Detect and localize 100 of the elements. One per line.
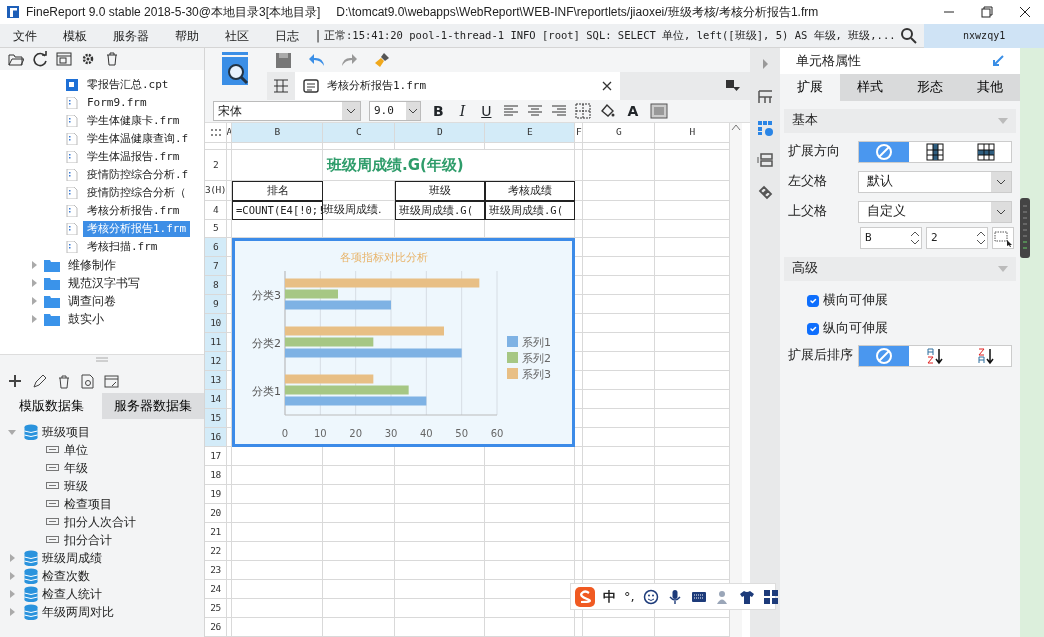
- empty-cell[interactable]: [583, 150, 655, 181]
- empty-cell[interactable]: [485, 485, 575, 504]
- bold-button[interactable]: B: [429, 100, 448, 122]
- row-header[interactable]: [205, 143, 227, 150]
- empty-cell[interactable]: [583, 561, 655, 580]
- tree-item[interactable]: 疫情防控综合分析（: [83, 184, 190, 202]
- ime-floating-menu[interactable]: 中 °,: [570, 583, 776, 610]
- empty-cell[interactable]: [395, 143, 485, 150]
- empty-cell[interactable]: [575, 485, 583, 504]
- dataset-item[interactable]: 班级周成绩: [42, 548, 102, 567]
- row-header[interactable]: 16: [205, 428, 227, 447]
- empty-cell[interactable]: [232, 599, 323, 618]
- menu-item[interactable]: 日志: [262, 26, 312, 45]
- row-header[interactable]: 25: [205, 599, 227, 618]
- dataset-item[interactable]: 年级两周对比: [42, 602, 114, 621]
- scroll-handle-icon[interactable]: [1020, 198, 1030, 258]
- empty-cell[interactable]: [227, 523, 232, 542]
- empty-cell[interactable]: [583, 143, 655, 150]
- empty-cell[interactable]: [323, 504, 395, 523]
- empty-cell[interactable]: [575, 542, 583, 561]
- dataset-field[interactable]: 单位: [64, 440, 88, 459]
- empty-cell[interactable]: [395, 504, 485, 523]
- empty-cell[interactable]: [583, 447, 655, 466]
- tree-item[interactable]: 调查问卷: [64, 292, 120, 310]
- cell-picker-icon[interactable]: [992, 226, 1014, 249]
- empty-cell[interactable]: [227, 618, 232, 637]
- font-select[interactable]: 宋体: [213, 101, 361, 121]
- font-color-button[interactable]: A: [623, 100, 643, 122]
- empty-cell[interactable]: [575, 201, 583, 220]
- row-header[interactable]: 5: [205, 220, 227, 238]
- dropdown-caret-icon[interactable]: [342, 102, 360, 120]
- empty-cell[interactable]: [232, 561, 323, 580]
- tree-item[interactable]: 学生体健康卡.frm: [83, 112, 184, 130]
- empty-cell[interactable]: [575, 561, 583, 580]
- menu-item[interactable]: 模板: [50, 26, 100, 45]
- spinner-field[interactable]: B: [860, 226, 922, 249]
- table-cell[interactable]: 班级: [395, 181, 485, 201]
- empty-cell[interactable]: [323, 580, 395, 599]
- empty-cell[interactable]: [485, 542, 575, 561]
- empty-cell[interactable]: [227, 447, 232, 466]
- empty-cell[interactable]: [575, 150, 583, 181]
- caret-right-icon[interactable]: [8, 553, 16, 562]
- empty-cell[interactable]: [232, 580, 323, 599]
- empty-cell[interactable]: [583, 257, 655, 276]
- row-header[interactable]: 17: [205, 447, 227, 466]
- ime-logo-icon[interactable]: [575, 586, 595, 607]
- row-header[interactable]: 18: [205, 466, 227, 485]
- empty-cell[interactable]: [583, 333, 655, 352]
- panel-menu-icon[interactable]: [726, 80, 740, 92]
- select-field[interactable]: 自定义: [857, 200, 1012, 223]
- empty-cell[interactable]: [583, 618, 655, 637]
- empty-cell[interactable]: [227, 466, 232, 485]
- empty-cell[interactable]: [395, 580, 485, 599]
- empty-cell[interactable]: [575, 523, 583, 542]
- row-header[interactable]: 23: [205, 561, 227, 580]
- caret-right-icon[interactable]: [30, 261, 38, 269]
- row-header[interactable]: 20: [205, 504, 227, 523]
- menu-item[interactable]: 帮助: [162, 26, 212, 45]
- ime-punctuation[interactable]: °,: [624, 586, 635, 607]
- align-left-icon[interactable]: [503, 103, 520, 119]
- empty-cell[interactable]: [395, 542, 485, 561]
- dropdown-caret-icon[interactable]: [406, 102, 420, 120]
- empty-cell[interactable]: [395, 485, 485, 504]
- dataset-item[interactable]: 检查人统计: [42, 584, 102, 603]
- row-header[interactable]: 8: [205, 276, 227, 295]
- italic-button[interactable]: I: [455, 100, 470, 122]
- save-icon[interactable]: [275, 51, 292, 69]
- row-header[interactable]: 10: [205, 314, 227, 333]
- tree-item[interactable]: 规范汉字书写: [64, 274, 144, 292]
- empty-cell[interactable]: [227, 485, 232, 504]
- empty-cell[interactable]: [583, 371, 655, 390]
- table-cell[interactable]: =COUNT(E4[!0;!: [232, 201, 323, 220]
- tree-item[interactable]: 学生体温健康查询.f: [83, 130, 193, 148]
- empty-cell[interactable]: [583, 352, 655, 371]
- row-header[interactable]: 13: [205, 371, 227, 390]
- tree-item[interactable]: 零报告汇总.cpt: [83, 76, 173, 94]
- column-header[interactable]: E: [485, 123, 575, 143]
- smiley-icon[interactable]: [642, 588, 659, 605]
- empty-cell[interactable]: [485, 504, 575, 523]
- row-header[interactable]: 11: [205, 333, 227, 352]
- caret-right-icon[interactable]: [8, 607, 16, 616]
- row-header[interactable]: 14: [205, 390, 227, 409]
- empty-cell[interactable]: [232, 542, 323, 561]
- empty-cell[interactable]: [575, 220, 583, 238]
- table-cell[interactable]: 考核成绩: [485, 181, 575, 201]
- empty-cell[interactable]: [583, 428, 655, 447]
- checkbox[interactable]: [806, 294, 820, 307]
- section-caret-icon[interactable]: [998, 117, 1008, 124]
- tree-item[interactable]: 鼓实小: [64, 310, 108, 328]
- empty-cell[interactable]: [227, 201, 232, 220]
- search-icon[interactable]: [900, 26, 919, 45]
- tree-item[interactable]: 考核分析报告.frm: [83, 202, 184, 220]
- empty-cell[interactable]: [232, 485, 323, 504]
- column-header[interactable]: H: [655, 123, 730, 143]
- empty-cell[interactable]: [583, 220, 655, 238]
- dataset-tab[interactable]: 服务器数据集: [102, 393, 204, 419]
- empty-cell[interactable]: [583, 238, 655, 257]
- caret-right-icon[interactable]: [8, 571, 16, 580]
- empty-cell[interactable]: [575, 447, 583, 466]
- tree-item[interactable]: Form9.frm: [83, 94, 151, 112]
